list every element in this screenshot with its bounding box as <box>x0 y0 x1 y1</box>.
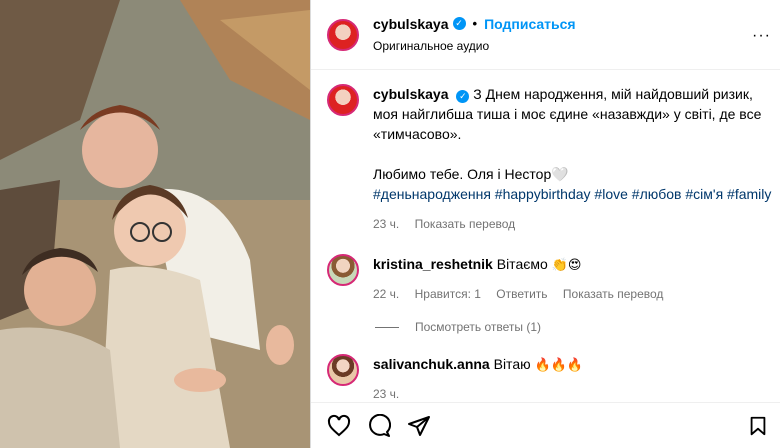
comment-text: Вітаємо <box>496 256 548 272</box>
more-options-icon[interactable]: ··· <box>752 27 771 45</box>
caption-signature: Любимо тебе. Оля і Нестор🤍 <box>373 166 569 182</box>
comment-item: salivanchuk.anna Вітаю 🔥🔥🔥 23 ч. <box>327 354 777 404</box>
comment-emoji: 🔥🔥🔥 <box>534 358 584 373</box>
comment-reply-button[interactable]: Ответить <box>496 287 547 301</box>
commenter-avatar[interactable] <box>327 354 359 386</box>
author-username[interactable]: cybulskaya <box>373 15 449 33</box>
comment-text: Вітаю <box>493 356 531 372</box>
commenter-username[interactable]: salivanchuk.anna <box>373 356 490 372</box>
post-actions-bar <box>311 402 780 448</box>
comment-meta: 23 ч. <box>373 384 583 404</box>
share-icon[interactable] <box>407 414 431 438</box>
view-replies-label: Посмотреть ответы (1) <box>415 320 542 334</box>
caption-translate-link[interactable]: Показать перевод <box>415 217 516 231</box>
author-avatar[interactable] <box>327 18 359 51</box>
comment-icon[interactable] <box>367 413 391 438</box>
caption-verified-badge-icon: ✓ <box>456 90 470 103</box>
caption-time: 23 ч. <box>373 217 400 231</box>
instagram-post-window: cybulskaya ✓ • Подписаться Оригинальное … <box>0 0 780 448</box>
view-replies-button[interactable]: Посмотреть ответы (1) <box>375 320 541 334</box>
replies-line <box>375 326 399 328</box>
comment-item: kristina_reshetnik Вітаємо 👏😍 22 ч. Нрав… <box>327 254 777 304</box>
original-audio-link[interactable]: Оригинальное аудио <box>373 37 576 55</box>
caption-row: cybulskaya ✓ З Днем народження, мій найд… <box>327 84 777 234</box>
post-side-panel: cybulskaya ✓ • Подписаться Оригинальное … <box>310 0 780 448</box>
commenter-username[interactable]: kristina_reshetnik <box>373 256 493 272</box>
comment-body: kristina_reshetnik Вітаємо 👏😍 22 ч. Нрав… <box>373 254 675 304</box>
post-header: cybulskaya ✓ • Подписаться Оригинальное … <box>311 0 780 70</box>
separator-dot: • <box>472 15 478 31</box>
comment-likes[interactable]: Нравится: 1 <box>415 287 481 301</box>
comment-emoji: 👏😍 <box>551 258 582 273</box>
post-photo[interactable] <box>0 0 310 448</box>
caption-meta: 23 ч. Показать перевод <box>373 214 773 234</box>
header-row: cybulskaya ✓ • Подписаться <box>373 15 576 33</box>
post-caption: cybulskaya ✓ З Днем народження, мій найд… <box>327 84 777 234</box>
family-photo-illustration <box>0 0 310 448</box>
caption-avatar[interactable] <box>327 84 359 116</box>
caption-hashtags[interactable]: #деньнародження #happybirthday #love #лю… <box>373 184 773 204</box>
follow-button[interactable]: Подписаться <box>484 15 576 33</box>
comment-time: 22 ч. <box>373 287 400 301</box>
caption-text-block: cybulskaya ✓ З Днем народження, мій найд… <box>373 84 773 234</box>
bookmark-icon[interactable] <box>747 415 769 437</box>
commenter-avatar[interactable] <box>327 254 359 286</box>
caption-username[interactable]: cybulskaya <box>373 86 449 102</box>
comment-time: 23 ч. <box>373 387 400 401</box>
comment-translate-link[interactable]: Показать перевод <box>563 287 664 301</box>
comment-meta: 22 ч. Нравится: 1 Ответить Показать пере… <box>373 284 675 304</box>
verified-badge-icon: ✓ <box>452 17 466 30</box>
header-text: cybulskaya ✓ • Подписаться Оригинальное … <box>373 15 576 55</box>
heart-icon[interactable] <box>327 414 351 438</box>
comment-body: salivanchuk.anna Вітаю 🔥🔥🔥 23 ч. <box>373 354 583 404</box>
